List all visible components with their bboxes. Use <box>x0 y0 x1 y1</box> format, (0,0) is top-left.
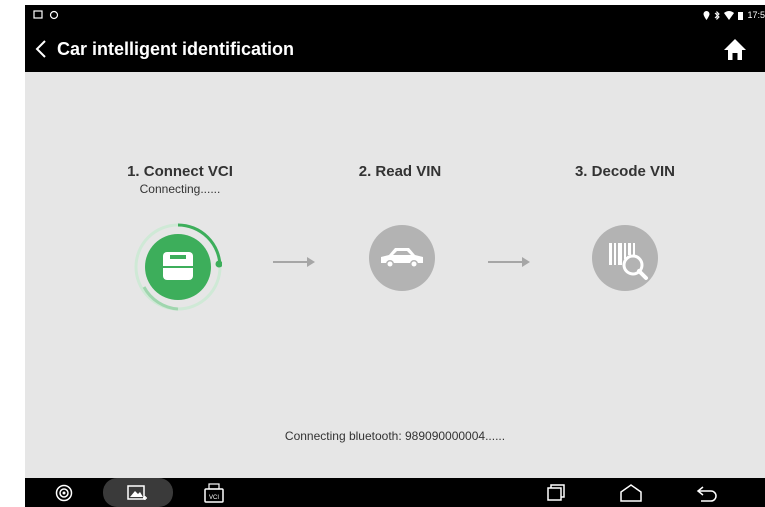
wifi-icon <box>724 10 735 20</box>
notification-icon <box>33 10 43 19</box>
screen: 17:5 Car intelligent identification 1. C… <box>25 5 765 507</box>
back-button[interactable] <box>31 36 53 62</box>
screenshot-icon <box>127 484 147 500</box>
back-nav-button[interactable] <box>693 478 721 507</box>
step-read-vin: 2. Read VIN <box>325 163 475 180</box>
step-title: 3. Decode VIN <box>574 163 676 180</box>
home-outline-icon <box>620 483 642 502</box>
screenshot-button[interactable] <box>103 478 173 507</box>
arrow-right-icon <box>488 257 530 267</box>
status-time: 17:5 <box>747 10 765 20</box>
navigation-bar: VCI <box>25 478 765 507</box>
location-icon <box>703 10 710 20</box>
back-arrow-icon <box>696 485 717 502</box>
vci-label: VCI <box>209 495 219 501</box>
settings-status-icon <box>49 10 59 20</box>
browser-icon <box>55 484 73 501</box>
step-title: 1. Connect VCI <box>127 163 233 180</box>
status-bar: 17:5 <box>25 5 765 27</box>
app-bar: Car intelligent identification <box>25 27 765 72</box>
barcode-search-icon <box>592 225 658 291</box>
recent-apps-button[interactable] <box>543 478 569 507</box>
page-title: Car intelligent identification <box>57 39 295 59</box>
home-nav-button[interactable] <box>617 478 645 507</box>
step-decode-vin: 3. Decode VIN <box>550 163 700 180</box>
vci-device-icon <box>134 223 222 311</box>
home-button[interactable] <box>721 35 749 63</box>
car-icon <box>369 225 435 291</box>
bluetooth-icon <box>715 10 721 20</box>
step-connect-vci: 1. Connect VCI Connecting...... <box>105 163 255 196</box>
connection-status: Connecting bluetooth: 989090000004...... <box>284 429 506 443</box>
step-title: 2. Read VIN <box>358 163 442 180</box>
battery-icon <box>738 11 744 20</box>
arrow-right-icon <box>273 257 315 267</box>
step-subtitle: Connecting...... <box>139 182 221 196</box>
vci-icon: VCI <box>204 482 224 503</box>
recent-apps-icon <box>547 483 565 501</box>
browser-button[interactable] <box>53 478 75 507</box>
vci-button[interactable]: VCI <box>201 478 227 507</box>
